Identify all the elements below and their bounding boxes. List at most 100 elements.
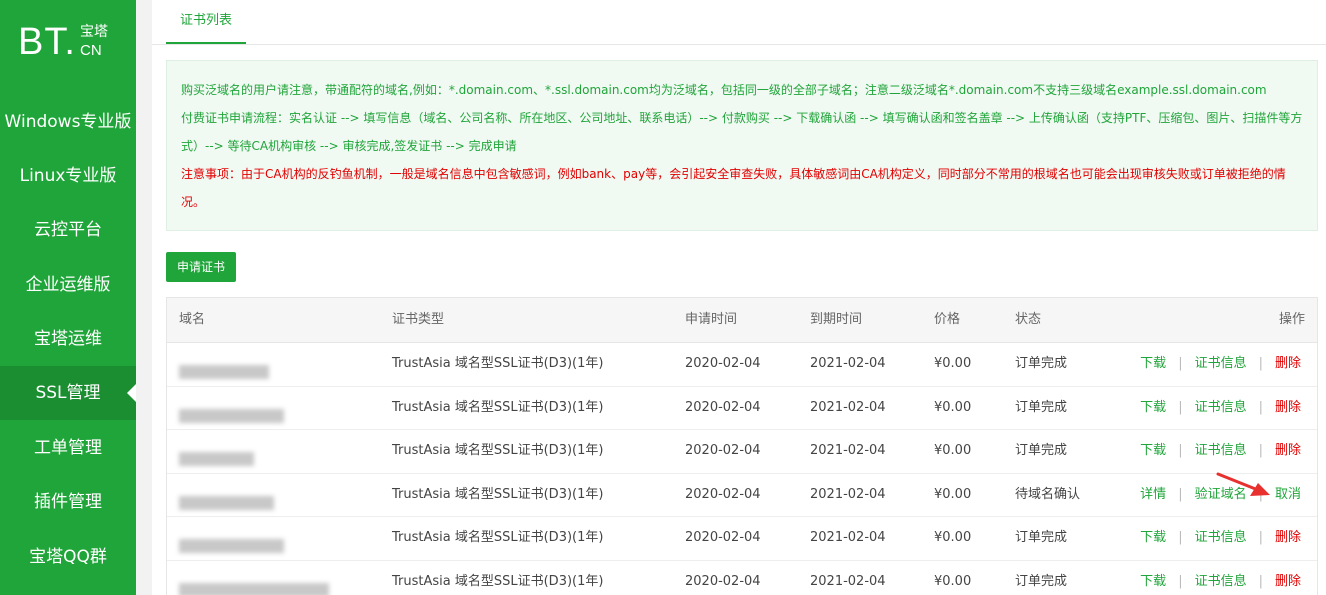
cell-price: ¥0.00: [934, 486, 972, 502]
cell-status: 待域名确认: [1015, 486, 1081, 502]
certificate-table: 域名 证书类型 申请时间 到期时间 价格 状态 操作 TrustAsia 域名型…: [166, 297, 1318, 595]
cell-expire-time: 2021-02-04: [810, 356, 886, 371]
redacted-domain: [179, 398, 284, 423]
row-actions: 下载 | 证书信息 | 删除: [1140, 560, 1301, 595]
sidebar-item-enterprise-ops[interactable]: 企业运维版: [0, 258, 136, 312]
redacted-domain: [179, 354, 269, 379]
separator: |: [1178, 443, 1183, 458]
download-link[interactable]: 下载: [1140, 530, 1166, 545]
apply-certificate-button[interactable]: 申请证书: [166, 252, 237, 282]
table-row: TrustAsia 域名型SSL证书(D3)(1年) 2020-02-04 20…: [167, 429, 1317, 474]
separator: |: [1258, 530, 1263, 545]
cell-type: TrustAsia 域名型SSL证书(D3)(1年): [392, 530, 604, 545]
cell-status: 订单完成: [1015, 530, 1068, 545]
cert-info-link[interactable]: 证书信息: [1195, 356, 1247, 371]
logo-cn-bottom: CN: [80, 42, 102, 59]
redacted-domain: [179, 572, 329, 595]
tab-cert-list[interactable]: 证书列表: [166, 0, 247, 44]
notice-process: 付费证书申请流程：实名认证 --> 填写信息（域名、公司名称、所在地区、公司地址…: [181, 111, 1303, 153]
separator: |: [1178, 573, 1183, 589]
download-link[interactable]: 下载: [1140, 443, 1166, 458]
cell-expire-time: 2021-02-04: [810, 399, 886, 415]
cell-apply-time: 2020-02-04: [685, 530, 761, 545]
cell-expire-time: 2021-02-04: [810, 443, 886, 458]
cell-price: ¥0.00: [934, 573, 972, 589]
cert-info-link[interactable]: 证书信息: [1195, 400, 1247, 415]
table-row: TrustAsia 域名型SSL证书(D3)(1年) 2020-02-04 20…: [167, 516, 1317, 561]
bt-logo[interactable]: BT. 宝塔 CN: [18, 21, 128, 64]
logo-cn-top: 宝塔: [80, 24, 108, 40]
header-expire-time: 到期时间: [810, 312, 863, 327]
table-row: TrustAsia 域名型SSL证书(D3)(1年) 2020-02-04 20…: [167, 473, 1317, 517]
separator: |: [1178, 356, 1183, 371]
sidebar-item-plugins[interactable]: 插件管理: [0, 475, 136, 529]
download-link[interactable]: 下载: [1140, 400, 1166, 415]
delete-link[interactable]: 删除: [1275, 574, 1301, 589]
header-apply-time: 申请时间: [685, 312, 738, 327]
active-indicator-arrow: [127, 384, 136, 402]
row-actions: 下载 | 证书信息 | 删除: [1140, 342, 1301, 385]
cancel-link[interactable]: 取消: [1275, 487, 1301, 502]
header-ops: 操作: [1278, 312, 1305, 327]
sidebar-item-linux-pro[interactable]: Linux专业版: [0, 149, 136, 203]
cell-apply-time: 2020-02-04: [685, 399, 761, 415]
sidebar-item-tickets[interactable]: 工单管理: [0, 421, 136, 475]
logo-bt-text: BT.: [18, 21, 76, 63]
cell-expire-time: 2021-02-04: [810, 530, 886, 545]
cert-info-link[interactable]: 证书信息: [1195, 443, 1247, 458]
separator: |: [1178, 530, 1183, 545]
details-link[interactable]: 详情: [1140, 487, 1166, 502]
row-actions: 下载 | 证书信息 | 删除: [1140, 386, 1301, 429]
sidebar-item-ssl[interactable]: SSL管理: [0, 366, 136, 420]
table-row: TrustAsia 域名型SSL证书(D3)(1年) 2020-02-04 20…: [167, 342, 1317, 387]
cell-type: TrustAsia 域名型SSL证书(D3)(1年): [392, 443, 604, 458]
sidebar: BT. 宝塔 CN Windows专业版 Linux专业版 云控平台 企业运维版…: [0, 0, 136, 595]
annotation-arrow-icon: [1216, 472, 1270, 496]
delete-link[interactable]: 删除: [1275, 400, 1301, 415]
cell-expire-time: 2021-02-04: [810, 486, 886, 502]
sidebar-item-bt-ops[interactable]: 宝塔运维: [0, 312, 136, 366]
cell-type: TrustAsia 域名型SSL证书(D3)(1年): [392, 399, 604, 415]
row-actions: 下载 | 证书信息 | 删除: [1140, 516, 1301, 559]
separator: |: [1258, 573, 1263, 589]
redacted-domain: [179, 441, 254, 466]
separator: |: [1258, 443, 1263, 458]
row-actions: 下载 | 证书信息 | 删除: [1140, 429, 1301, 472]
cell-status: 订单完成: [1015, 443, 1068, 458]
header-price: 价格: [934, 312, 961, 327]
tab-bar: 证书列表: [152, 0, 1326, 45]
cell-type: TrustAsia 域名型SSL证书(D3)(1年): [392, 356, 604, 371]
download-link[interactable]: 下载: [1140, 574, 1166, 589]
separator: |: [1258, 356, 1263, 371]
notice-warning: 注意事项：由于CA机构的反钓鱼机制，一般是域名信息中包含敏感词，例如bank、p…: [181, 167, 1286, 209]
cell-status: 订单完成: [1015, 399, 1068, 415]
cell-price: ¥0.00: [934, 530, 972, 545]
delete-link[interactable]: 删除: [1275, 356, 1301, 371]
cell-type: TrustAsia 域名型SSL证书(D3)(1年): [392, 573, 604, 589]
delete-link[interactable]: 删除: [1275, 530, 1301, 545]
cell-expire-time: 2021-02-04: [810, 573, 886, 589]
cell-price: ¥0.00: [934, 443, 972, 458]
table-header: 域名 证书类型 申请时间 到期时间 价格 状态 操作: [167, 298, 1317, 343]
cell-apply-time: 2020-02-04: [685, 356, 761, 371]
table-row: TrustAsia 域名型SSL证书(D3)(1年) 2020-02-04 20…: [167, 560, 1317, 595]
redacted-domain: [179, 485, 274, 510]
sidebar-item-qq-group[interactable]: 宝塔QQ群: [0, 530, 136, 584]
delete-link[interactable]: 删除: [1275, 443, 1301, 458]
download-link[interactable]: 下载: [1140, 356, 1166, 371]
cell-price: ¥0.00: [934, 356, 972, 371]
cell-apply-time: 2020-02-04: [685, 573, 761, 589]
cert-info-link[interactable]: 证书信息: [1195, 574, 1247, 589]
sidebar-item-cloud-control[interactable]: 云控平台: [0, 203, 136, 257]
separator: |: [1178, 486, 1183, 502]
separator: |: [1258, 399, 1263, 415]
cell-price: ¥0.00: [934, 399, 972, 415]
cell-type: TrustAsia 域名型SSL证书(D3)(1年): [392, 486, 604, 502]
header-domain: 域名: [179, 312, 206, 327]
sidebar-item-windows-pro[interactable]: Windows专业版: [0, 95, 136, 149]
sidebar-item-ssl-label: SSL管理: [35, 383, 101, 403]
table-row: TrustAsia 域名型SSL证书(D3)(1年) 2020-02-04 20…: [167, 386, 1317, 430]
cert-info-link[interactable]: 证书信息: [1195, 530, 1247, 545]
redacted-domain: [179, 528, 284, 553]
notice-box: 购买泛域名的用户请注意，带通配符的域名,例如：*.domain.com、*.ss…: [166, 60, 1318, 231]
